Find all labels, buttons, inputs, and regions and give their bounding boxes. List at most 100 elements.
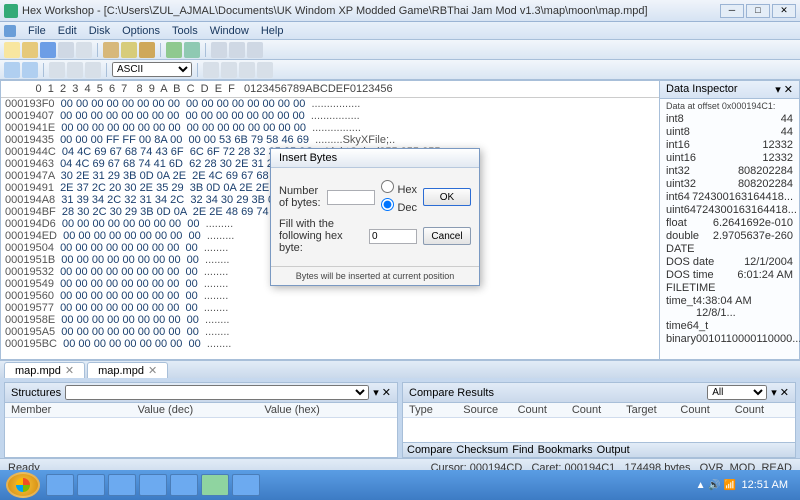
hex-row[interactable]: 00019577 00 00 00 00 00 00 00 00 00 ....… [5,302,655,314]
menu-options[interactable]: Options [122,25,160,37]
redo-icon[interactable] [184,42,200,58]
document-tabs: map.mpd✕ map.mpd✕ [0,360,800,378]
app-icon [4,4,18,18]
task-explorer-icon[interactable] [77,474,105,496]
tab-output[interactable]: Output [597,444,630,456]
col-value-hex[interactable]: Value (hex) [264,404,391,416]
hex-row[interactable]: 00019435 00 00 00 FF FF 00 8A 00 00 00 5… [5,134,655,146]
close-icon[interactable]: ✕ [65,365,74,377]
nav-prev-icon[interactable] [221,62,237,78]
hex-row[interactable]: 00019407 00 00 00 00 00 00 00 00 00 00 0… [5,110,655,122]
tab-0[interactable]: map.mpd✕ [4,362,85,378]
structure-select[interactable] [65,385,369,400]
copy-icon[interactable] [121,42,137,58]
insert-bytes-dialog: Insert Bytes Number of bytes: Hex Dec OK… [270,148,480,286]
tool-b-icon[interactable] [22,62,38,78]
col-source[interactable]: Source [463,404,517,416]
col-target[interactable]: Target [626,404,680,416]
inspector-row: time_t4:38:04 AM 12/8/1... [666,295,793,319]
nav-first-icon[interactable] [203,62,219,78]
inspector-row: binary0010110000110000... [666,333,793,345]
system-tray[interactable]: ▲ 🔊 📶 12:51 AM [696,479,794,491]
col-count3[interactable]: Count [680,404,734,416]
nav-next-icon[interactable] [239,62,255,78]
print-icon[interactable] [76,42,92,58]
task-app1-icon[interactable] [139,474,167,496]
start-button[interactable] [6,472,40,498]
hex-row[interactable]: 000195A5 00 00 00 00 00 00 00 00 00 ....… [5,326,655,338]
panel-close-icon[interactable]: ▾ ✕ [771,386,789,399]
col-type[interactable]: Type [409,404,463,416]
tool-c-icon[interactable] [49,62,65,78]
task-app2-icon[interactable] [170,474,198,496]
radio-hex[interactable]: Hex [381,180,417,196]
cut-icon[interactable] [103,42,119,58]
close-button[interactable]: ✕ [772,4,796,18]
menu-help[interactable]: Help [261,25,284,37]
replace-icon[interactable] [229,42,245,58]
ok-button[interactable]: OK [423,188,471,206]
tool-d-icon[interactable] [67,62,83,78]
radio-dec[interactable]: Dec [381,198,417,214]
toolbar-1 [0,40,800,60]
col-count[interactable]: Count [518,404,572,416]
task-ie-icon[interactable] [46,474,74,496]
inspector-row: double2.9705637e-260 [666,230,793,242]
tab-compare[interactable]: Compare [407,444,452,456]
task-app3-icon[interactable] [232,474,260,496]
hex-row[interactable]: 0001941E 00 00 00 00 00 00 00 00 00 00 0… [5,122,655,134]
cancel-button[interactable]: Cancel [423,227,471,245]
dialog-title: Insert Bytes [271,149,479,168]
inspector-row: int1612332 [666,139,793,151]
inspector-pin-icon[interactable]: ▾ ✕ [775,83,793,96]
tab-bookmarks[interactable]: Bookmarks [538,444,593,456]
save-icon[interactable] [40,42,56,58]
hex-row[interactable]: 00019560 00 00 00 00 00 00 00 00 00 ....… [5,290,655,302]
menu-edit[interactable]: Edit [58,25,77,37]
tool-e-icon[interactable] [85,62,101,78]
fill-byte-input[interactable] [369,229,417,244]
encoding-select[interactable]: ASCII [112,62,192,77]
undo-icon[interactable] [166,42,182,58]
menu-window[interactable]: Window [210,25,249,37]
goto-icon[interactable] [247,42,263,58]
menubar: File Edit Disk Options Tools Window Help [0,22,800,40]
minimize-button[interactable]: ─ [720,4,744,18]
menu-disk[interactable]: Disk [89,25,110,37]
new-icon[interactable] [4,42,20,58]
num-bytes-input[interactable] [327,190,375,205]
panel-close-icon[interactable]: ▾ ✕ [373,386,391,399]
saveall-icon[interactable] [58,42,74,58]
paste-icon[interactable] [139,42,155,58]
menu-tools[interactable]: Tools [172,25,198,37]
inspector-row: float6.2641692e-010 [666,217,793,229]
menu-file[interactable]: File [28,25,46,37]
col-value-dec[interactable]: Value (dec) [138,404,265,416]
find-icon[interactable] [211,42,227,58]
maximize-button[interactable]: □ [746,4,770,18]
compare-panel: Compare Results All ▾ ✕ Type Source Coun… [402,382,796,458]
tab-find[interactable]: Find [512,444,533,456]
hex-row[interactable]: 0001958E 00 00 00 00 00 00 00 00 00 ....… [5,314,655,326]
inspector-title: Data Inspector [666,83,738,96]
task-media-icon[interactable] [108,474,136,496]
nav-last-icon[interactable] [257,62,273,78]
hex-row[interactable]: 000195BC 00 00 00 00 00 00 00 00 00 ....… [5,338,655,350]
col-count4[interactable]: Count [735,404,789,416]
task-hexworkshop-icon[interactable] [201,474,229,496]
open-icon[interactable] [22,42,38,58]
inspector-row: DATE [666,243,793,255]
inspector-offset: Data at offset 0x000194C1: [666,101,793,111]
compare-filter[interactable]: All [707,385,767,400]
data-inspector: Data Inspector ▾ ✕ Data at offset 0x00019… [660,80,800,360]
inspector-row: uint32808202284 [666,178,793,190]
inspector-row: FILETIME [666,282,793,294]
hex-row[interactable]: 000193F0 00 00 00 00 00 00 00 00 00 00 0… [5,98,655,110]
close-icon[interactable]: ✕ [148,365,157,377]
tab-checksum[interactable]: Checksum [456,444,508,456]
inspector-row: DOS date12/1/2004 [666,256,793,268]
col-count2[interactable]: Count [572,404,626,416]
tool-a-icon[interactable] [4,62,20,78]
tab-1[interactable]: map.mpd✕ [87,362,168,378]
col-member[interactable]: Member [11,404,138,416]
